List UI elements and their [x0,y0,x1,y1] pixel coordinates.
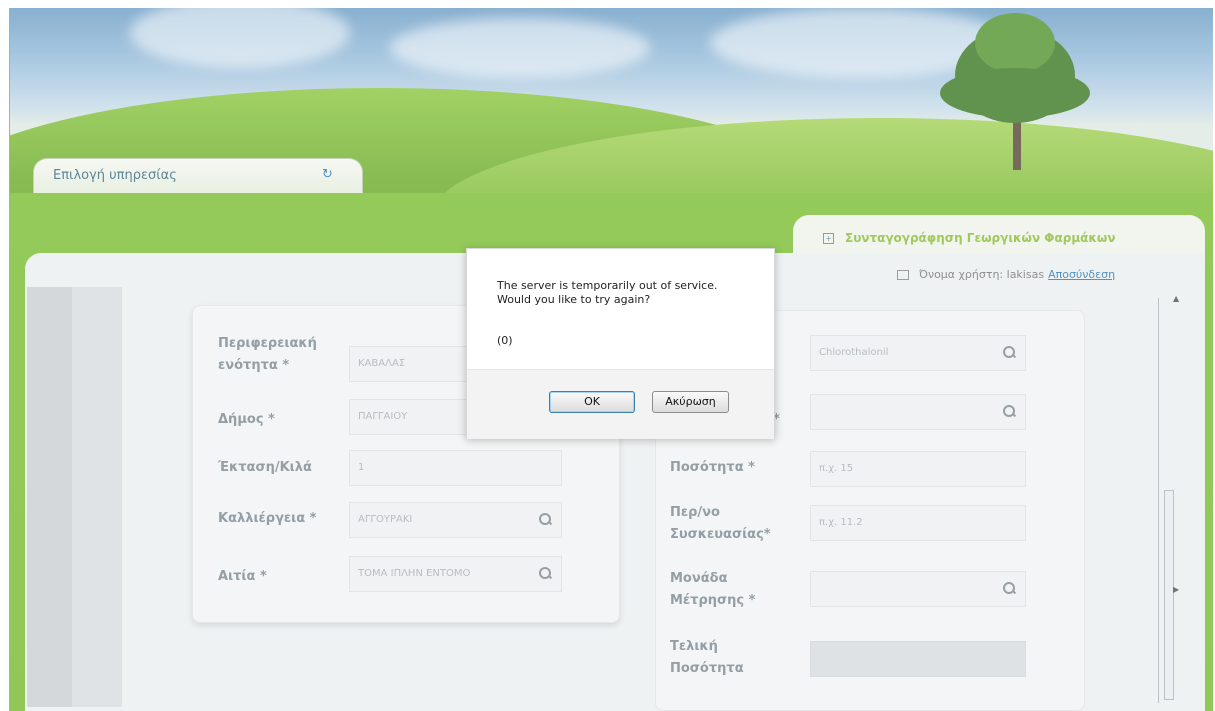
error-dialog: The server is temporarily out of service… [466,248,775,439]
dialog-message-line1: The server is temporarily out of service… [497,279,718,292]
dialog-message-line2: Would you like to try again? [497,293,651,306]
cancel-button[interactable]: Ακύρωση [652,391,729,413]
dialog-footer: OK Ακύρωση [467,369,774,439]
dialog-error-code: (0) [497,334,513,347]
ok-button[interactable]: OK [549,391,635,413]
dialog-body: The server is temporarily out of service… [467,249,774,369]
